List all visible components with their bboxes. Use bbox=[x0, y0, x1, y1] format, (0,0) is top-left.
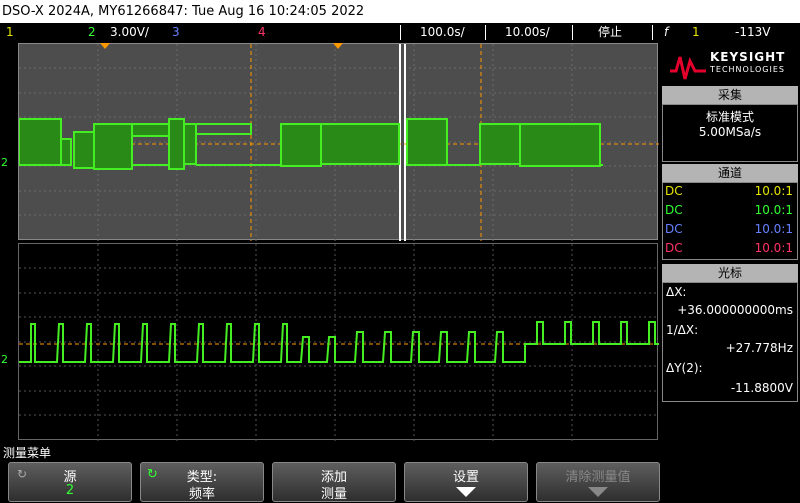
trigger-position-marker[interactable] bbox=[100, 43, 110, 49]
keysight-wave-icon bbox=[670, 56, 706, 80]
trigger-edge-icon: f bbox=[664, 25, 669, 39]
zoom-window bbox=[399, 44, 406, 241]
softkey-settings[interactable]: 设置 bbox=[404, 462, 528, 502]
softkey-source[interactable]: ↻ 源 2 bbox=[8, 462, 132, 502]
delta-y-value: -11.8800V bbox=[730, 381, 793, 395]
logo-name: KEYSIGHT bbox=[710, 50, 786, 64]
sample-rate: 5.00MSa/s bbox=[698, 125, 762, 139]
ch3-probe: 10.0:1 bbox=[754, 222, 793, 236]
submenu-arrow-icon bbox=[456, 487, 476, 497]
delta-y-label: ΔY(2): bbox=[666, 361, 703, 375]
divider bbox=[400, 25, 401, 40]
delta-x-value: +36.000000000ms bbox=[677, 303, 793, 317]
divider bbox=[652, 25, 653, 40]
softkey-clear-measurements[interactable]: 清除测量值 bbox=[536, 462, 660, 502]
ch3-coupling: DC bbox=[665, 222, 683, 236]
delta-x-label: ΔX: bbox=[666, 285, 687, 299]
ch2-coupling: DC bbox=[665, 203, 683, 217]
ch2-trace-main bbox=[19, 118, 603, 170]
cursors-panel: ΔX: +36.000000000ms 1/ΔX: +27.778Hz ΔY(2… bbox=[662, 282, 798, 402]
softkey-settings-label: 设置 bbox=[452, 470, 479, 485]
ch4-indicator[interactable]: 4 bbox=[258, 23, 266, 42]
ch1-probe: 10.0:1 bbox=[754, 184, 793, 198]
trigger-source[interactable]: 1 bbox=[692, 23, 700, 42]
softkey-add-measurement[interactable]: 添加 测量 bbox=[272, 462, 396, 502]
softkey-add-value: 测量 bbox=[320, 487, 347, 502]
ch3-indicator[interactable]: 3 bbox=[172, 23, 180, 42]
channels-panel: DC 10.0:1 DC 10.0:1 DC 10.0:1 DC 10.0:1 bbox=[662, 182, 798, 260]
acquire-mode: 标准模式 bbox=[705, 110, 754, 124]
main-waveform-area[interactable] bbox=[18, 43, 659, 241]
window-title: DSO-X 2024A, MY61266847: Tue Aug 16 10:2… bbox=[0, 0, 800, 23]
acquire-panel: 标准模式 5.00MSa/s bbox=[662, 104, 798, 162]
status-bar: 1 2 3.00V/ 3 4 100.0s/ 10.00s/ 停止 f 1 -1… bbox=[0, 23, 800, 42]
softkey-clear-label: 清除测量值 bbox=[565, 470, 631, 485]
submenu-arrow-icon bbox=[588, 487, 608, 497]
ch2-probe: 10.0:1 bbox=[754, 203, 793, 217]
ch4-coupling: DC bbox=[665, 241, 683, 255]
ch2-ref-marker-top[interactable]: 2 bbox=[1, 156, 8, 169]
zoom-waveform-plot bbox=[19, 244, 659, 441]
ch4-probe: 10.0:1 bbox=[754, 241, 793, 255]
softkey-type[interactable]: ↻ 类型: 频率 bbox=[140, 462, 264, 502]
ch2-ref-marker-bottom[interactable]: 2 bbox=[1, 353, 8, 366]
ch2-indicator[interactable]: 2 bbox=[88, 23, 96, 42]
run-state: 停止 bbox=[598, 25, 623, 39]
menu-title: 测量菜单 bbox=[3, 446, 52, 460]
zoom-timebase-value[interactable]: 10.00s/ bbox=[505, 23, 550, 42]
logo-subname: TECHNOLOGIES bbox=[710, 65, 785, 74]
softkey-source-value: 2 bbox=[65, 483, 75, 498]
divider bbox=[572, 25, 573, 40]
trigger-level[interactable]: -113V bbox=[735, 23, 770, 42]
acquire-header[interactable]: 采集 bbox=[662, 86, 798, 104]
divider bbox=[485, 25, 486, 40]
ch1-coupling: DC bbox=[665, 184, 683, 198]
ch1-indicator[interactable]: 1 bbox=[6, 23, 14, 42]
brand-logo: KEYSIGHT TECHNOLOGIES bbox=[660, 43, 800, 85]
inverse-delta-x-value: +27.778Hz bbox=[725, 341, 793, 355]
cursors-header[interactable]: 光标 bbox=[662, 264, 798, 282]
main-waveform-plot bbox=[19, 44, 659, 241]
inverse-delta-x-label: 1/ΔX: bbox=[666, 323, 699, 337]
timebase-value[interactable]: 100.0s/ bbox=[420, 23, 465, 42]
delay-marker[interactable] bbox=[333, 43, 343, 49]
channels-header[interactable]: 通道 bbox=[662, 164, 798, 182]
ch2-scale: 3.00V/ bbox=[110, 25, 149, 39]
softkey-type-value: 频率 bbox=[188, 487, 215, 502]
zoom-waveform-area[interactable] bbox=[18, 243, 659, 441]
